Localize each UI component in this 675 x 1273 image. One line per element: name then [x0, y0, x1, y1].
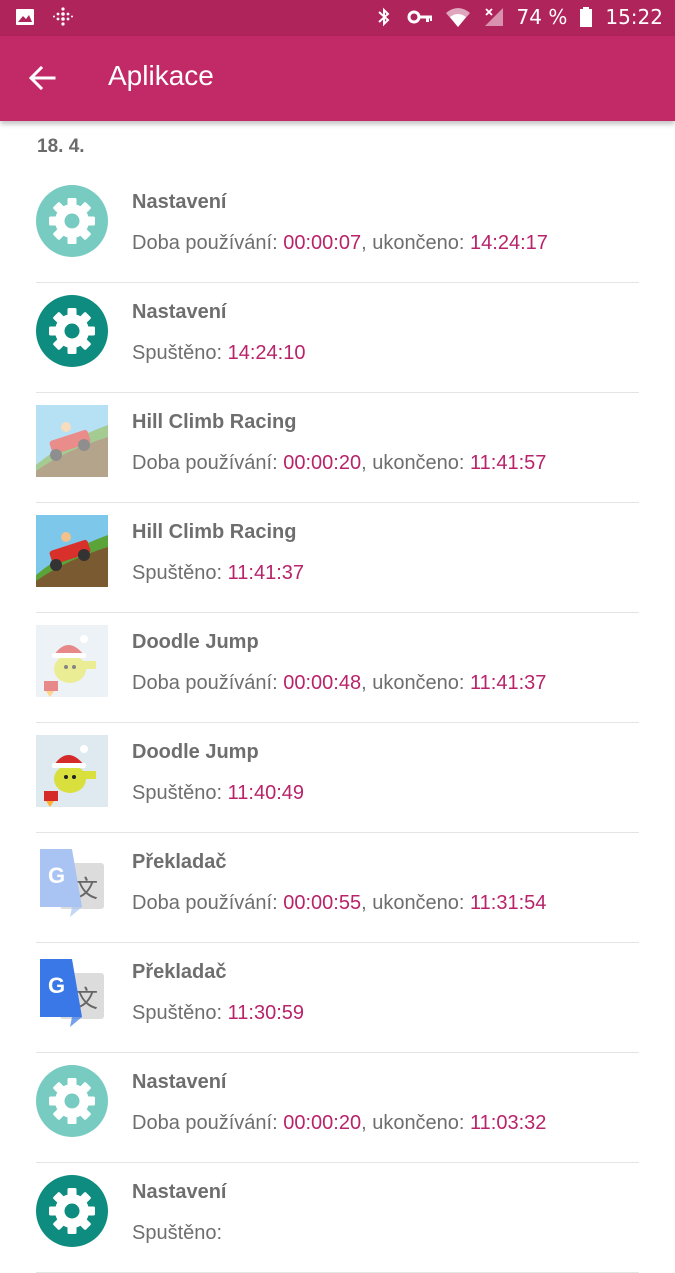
event-detail: Spuštěno: 14:24:10	[132, 342, 305, 365]
clock: 15:22	[605, 5, 663, 29]
list-item[interactable]: Nastavení Spuštěno:	[36, 1163, 639, 1273]
page-title: Aplikace	[108, 60, 214, 91]
app-name: Doodle Jump	[132, 741, 259, 763]
usage-label: Doba používání:	[132, 672, 284, 694]
app-name: Hill Climb Racing	[132, 411, 297, 433]
hill-climb-racing-icon	[36, 515, 108, 587]
svg-text:G: G	[48, 863, 65, 888]
list-item[interactable]: 文 G Překladač Doba používání: 00:00:55, uko…	[36, 833, 639, 943]
settings-gear-icon	[36, 1175, 108, 1247]
usage-label: Doba používání:	[132, 892, 284, 914]
battery-icon	[579, 6, 593, 28]
app-name: Překladač	[132, 851, 227, 873]
list-item[interactable]: Nastavení Doba používání: 00:00:07, ukonč…	[36, 173, 639, 283]
event-detail: Spuštěno: 11:40:49	[132, 782, 304, 805]
list-item[interactable]: Nastavení Spuštěno: 14:24:10	[36, 283, 639, 393]
event-detail: Spuštěno: 11:41:37	[132, 562, 304, 585]
arrow-back-icon	[28, 65, 56, 91]
usage-label: Doba používání:	[132, 452, 284, 474]
ended-time: 11:41:57	[470, 452, 547, 474]
gallery-notification-icon	[14, 6, 36, 28]
vpn-key-icon	[407, 6, 433, 28]
usage-label: Doba používání:	[132, 232, 284, 254]
fitbit-notification-icon	[52, 6, 74, 28]
status-bar: 74 % 15:22	[0, 0, 675, 36]
back-button[interactable]	[22, 56, 66, 100]
started-label: Spuštěno:	[132, 1002, 228, 1024]
ended-time: 11:31:54	[470, 892, 547, 914]
ended-label: , ukončeno:	[361, 672, 471, 694]
app-name: Nastavení	[132, 191, 227, 213]
started-label: Spuštěno:	[132, 1222, 223, 1244]
list-item[interactable]: Doodle Jump Doba používání: 00:00:48, uko…	[36, 613, 639, 723]
started-label: Spuštěno:	[132, 342, 228, 364]
event-detail: Doba používání: 00:00:20, ukončeno: 11:4…	[132, 452, 546, 475]
bluetooth-icon	[373, 6, 395, 28]
list-item[interactable]: Nastavení Doba používání: 00:00:20, ukonč…	[36, 1053, 639, 1163]
settings-gear-icon	[36, 295, 108, 367]
app-name: Nastavení	[132, 1181, 227, 1203]
google-translate-icon: 文G	[36, 845, 108, 917]
svg-text:G: G	[48, 973, 65, 998]
settings-gear-icon	[36, 185, 108, 257]
started-time: 11:40:49	[227, 782, 304, 804]
cell-signal-icon	[483, 6, 505, 28]
usage-duration: 00:00:20	[283, 1112, 362, 1134]
usage-duration: 00:00:07	[283, 232, 362, 254]
usage-label: Doba používání:	[132, 1112, 284, 1134]
list-item[interactable]: Doodle Jump Spuštěno: 11:40:49	[36, 723, 639, 833]
event-detail: Doba používání: 00:00:07, ukončeno: 14:2…	[132, 232, 548, 255]
ended-time: 14:24:17	[470, 232, 548, 254]
date-header: 18. 4.	[37, 136, 85, 157]
ended-time: 11:03:32	[470, 1112, 547, 1134]
app-name: Nastavení	[132, 301, 227, 323]
ended-label: , ukončeno:	[361, 452, 471, 474]
ended-label: , ukončeno:	[361, 892, 471, 914]
ended-time: 11:41:37	[470, 672, 547, 694]
started-time: 11:41:37	[227, 562, 304, 584]
started-label: Spuštěno:	[132, 562, 228, 584]
ended-label: , ukončeno:	[361, 232, 471, 254]
app-name: Hill Climb Racing	[132, 521, 297, 543]
list-item[interactable]: 文 G Překladač Spuštěno: 11:30:59	[36, 943, 639, 1053]
started-time: 14:24:10	[227, 342, 306, 364]
event-detail: Doba používání: 00:00:48, ukončeno: 11:4…	[132, 672, 546, 695]
settings-gear-icon	[36, 1065, 108, 1137]
activity-list: 18. 4. Nastavení Doba používání: 00:00:07…	[0, 121, 675, 1273]
app-bar: Aplikace	[0, 36, 675, 121]
app-name: Nastavení	[132, 1071, 227, 1093]
started-time: 11:30:59	[227, 1002, 304, 1024]
event-detail: Spuštěno: 11:30:59	[132, 1002, 304, 1025]
started-label: Spuštěno:	[132, 782, 228, 804]
doodle-jump-icon	[36, 735, 108, 807]
wifi-icon	[445, 6, 471, 28]
usage-duration: 00:00:20	[283, 452, 362, 474]
event-detail: Spuštěno:	[132, 1222, 222, 1245]
app-name: Doodle Jump	[132, 631, 259, 653]
list-item[interactable]: Hill Climb Racing Doba používání: 00:00:2…	[36, 393, 639, 503]
event-detail: Doba používání: 00:00:55, ukončeno: 11:3…	[132, 892, 546, 915]
google-translate-icon: 文G	[36, 955, 108, 1027]
battery-percent: 74 %	[516, 5, 568, 29]
ended-label: , ukončeno:	[361, 1112, 471, 1134]
usage-duration: 00:00:48	[283, 672, 362, 694]
usage-duration: 00:00:55	[283, 892, 362, 914]
event-detail: Doba používání: 00:00:20, ukončeno: 11:0…	[132, 1112, 546, 1135]
app-name: Překladač	[132, 961, 227, 983]
list-item[interactable]: Hill Climb Racing Spuštěno: 11:41:37	[36, 503, 639, 613]
doodle-jump-icon	[36, 625, 108, 697]
hill-climb-racing-icon	[36, 405, 108, 477]
